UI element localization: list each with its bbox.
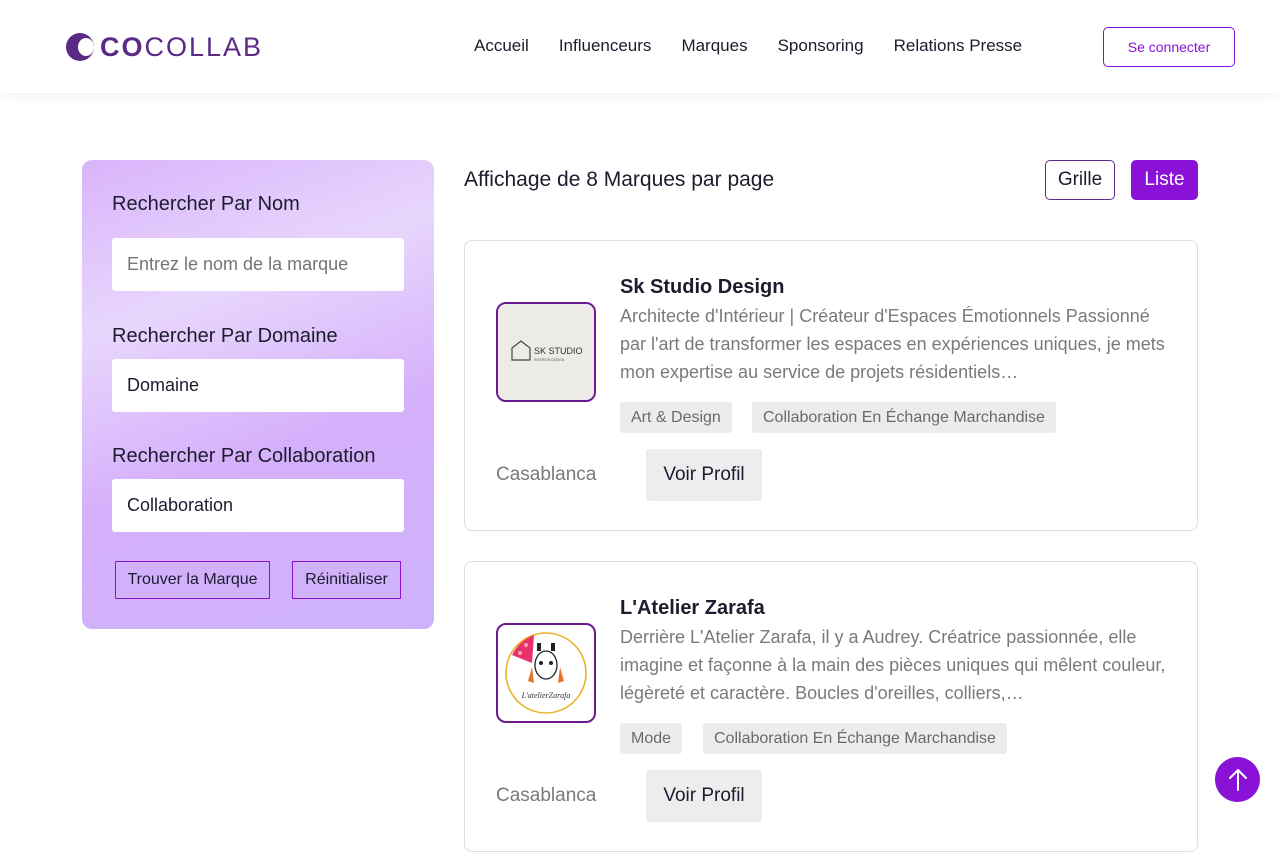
brand-city: Casablanca: [496, 785, 597, 806]
reset-button[interactable]: Réinitialiser: [292, 561, 401, 599]
name-filter-label: Rechercher Par Nom: [112, 193, 300, 215]
nav-sponsoring[interactable]: Sponsoring: [778, 36, 864, 56]
brand-card: SK STUDIO INTERIOR DESIGN Sk Studio Desi…: [464, 240, 1198, 531]
nav-relations-presse[interactable]: Relations Presse: [894, 36, 1023, 56]
login-button[interactable]: Se connecter: [1103, 27, 1235, 67]
filter-panel: Rechercher Par Nom Rechercher Par Domain…: [82, 160, 434, 629]
brand-logo[interactable]: L'atelierZarafa: [496, 623, 596, 723]
logo-text-bold: CO: [100, 31, 145, 62]
list-view-button[interactable]: Liste: [1131, 160, 1198, 200]
grid-view-button[interactable]: Grille: [1045, 160, 1115, 200]
logo-zarafa-text: L'atelierZarafa: [521, 691, 571, 700]
brand-name[interactable]: L'Atelier Zarafa: [620, 597, 765, 620]
logo-mark-icon: [66, 33, 94, 61]
results-title: Affichage de 8 Marques par page: [464, 168, 775, 191]
cocollab-logo[interactable]: COCOLLAB: [66, 32, 263, 62]
brand-tag-category: Mode: [620, 723, 683, 754]
brand-tag-collaboration: Collaboration En Échange Marchandise: [703, 723, 1007, 754]
brand-tag-collaboration: Collaboration En Échange Marchandise: [752, 402, 1056, 433]
brand-city: Casablanca: [496, 464, 597, 485]
site-header: COCOLLAB Accueil Influenceurs Marques Sp…: [0, 0, 1280, 93]
giraffe-logo-icon: L'atelierZarafa: [505, 632, 587, 714]
house-logo-icon: SK STUDIO INTERIOR DESIGN: [498, 304, 594, 400]
domain-filter-label: Rechercher Par Domaine: [112, 325, 338, 347]
nav-influenceurs[interactable]: Influenceurs: [559, 36, 652, 56]
brand-name[interactable]: Sk Studio Design: [620, 276, 784, 299]
view-profile-button[interactable]: Voir Profil: [646, 449, 762, 501]
main-nav: Accueil Influenceurs Marques Sponsoring …: [474, 36, 1052, 56]
brand-name-input[interactable]: [112, 238, 404, 291]
find-brand-button[interactable]: Trouver la Marque: [115, 561, 270, 599]
brand-tag-category: Art & Design: [620, 402, 732, 433]
arrow-up-icon: [1228, 768, 1247, 791]
scroll-to-top-button[interactable]: [1215, 757, 1260, 802]
collab-filter-label: Rechercher Par Collaboration: [112, 445, 376, 467]
nav-marques[interactable]: Marques: [681, 36, 747, 56]
logo-text-rest: COLLAB: [144, 31, 264, 62]
logo-studio-subtext: INTERIOR DESIGN: [534, 358, 565, 362]
logo-studio-text: SK STUDIO: [534, 346, 583, 356]
brand-logo[interactable]: SK STUDIO INTERIOR DESIGN: [496, 302, 596, 402]
brand-description: Derrière L'Atelier Zarafa, il y a Audrey…: [620, 627, 1166, 703]
view-profile-button[interactable]: Voir Profil: [646, 770, 762, 822]
brand-card: L'atelierZarafa L'Atelier Zarafa Derrièr…: [464, 561, 1198, 852]
domain-select[interactable]: Domaine: [112, 359, 404, 412]
collaboration-select[interactable]: Collaboration: [112, 479, 404, 532]
nav-accueil[interactable]: Accueil: [474, 36, 529, 56]
brand-description: Architecte d'Intérieur | Créateur d'Espa…: [620, 306, 1165, 382]
